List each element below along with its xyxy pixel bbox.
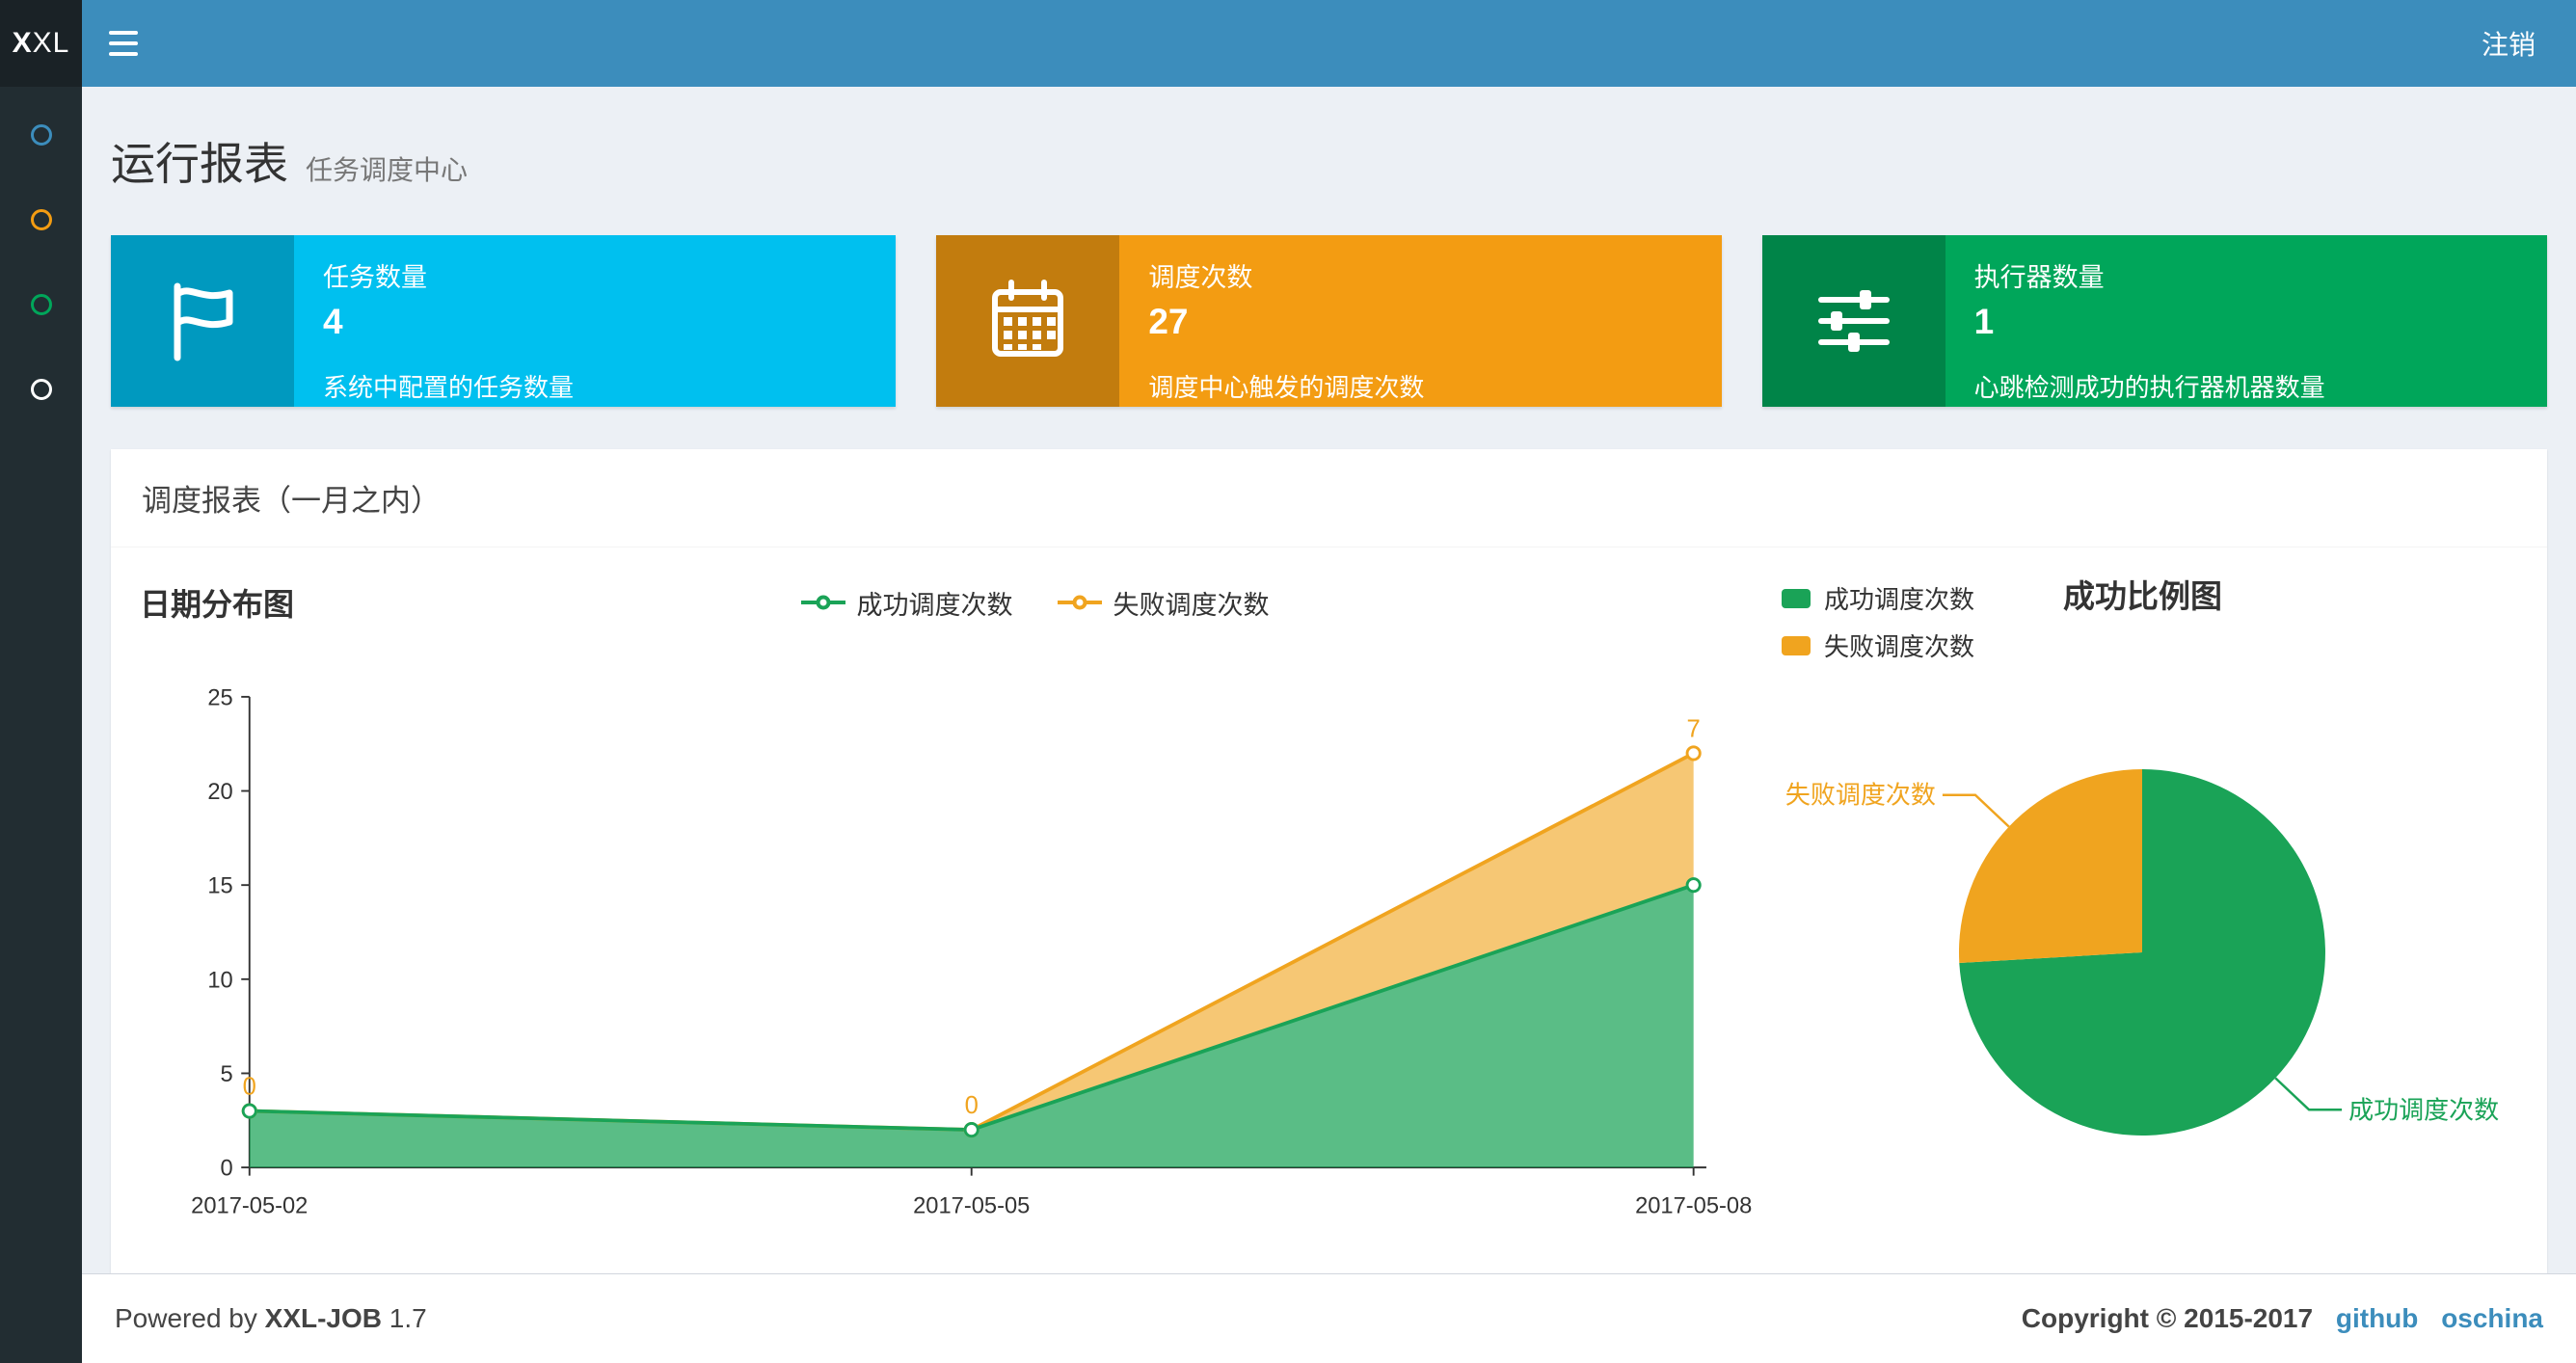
page-subtitle: 任务调度中心	[306, 155, 469, 185]
y-tick-label: 0	[221, 1157, 233, 1182]
pie-legend: 成功调度次数 失败调度次数	[1782, 580, 1974, 663]
github-link[interactable]: github	[2336, 1303, 2419, 1333]
oschina-link[interactable]: oschina	[2441, 1303, 2543, 1333]
hamburger-icon	[109, 31, 138, 35]
legend-label: 成功调度次数	[1824, 585, 1975, 614]
y-tick-label: 20	[207, 780, 232, 805]
date-distribution-section: 日期分布图 成功调度次数 失败调度次数 0 5 10 15 20 25 2017-05-02…	[140, 580, 1776, 1245]
x-tick-label: 2017-05-02	[191, 1194, 308, 1219]
flag-icon	[111, 235, 294, 407]
info-box-number: 1	[1973, 302, 1995, 341]
sidebar-item-3[interactable]	[0, 262, 82, 347]
circle-icon	[30, 379, 52, 400]
pie-callout-label: 成功调度次数	[2348, 1095, 2499, 1124]
y-tick-label: 15	[207, 874, 232, 899]
fail-point-label: 0	[965, 1092, 979, 1119]
y-tick-label: 5	[221, 1062, 233, 1087]
info-box-description: 调度中心触发的调度次数	[1148, 373, 1425, 402]
circle-icon	[30, 294, 52, 315]
sidebar-item-2[interactable]	[0, 177, 82, 262]
copyright-area: Copyright © 2015-2017 github oschina	[2022, 1303, 2543, 1334]
circle-icon	[30, 124, 52, 146]
line-legend-item[interactable]: 成功调度次数	[800, 584, 1013, 622]
navbar-main: 注销	[82, 0, 2576, 87]
content-header: 运行报表 任务调度中心	[111, 114, 2547, 193]
success-marker	[963, 1122, 979, 1138]
info-box-number: 4	[323, 302, 343, 341]
info-box-executors: 执行器数量 1 心跳检测成功的执行器机器数量	[1761, 235, 2547, 407]
info-boxes: 任务数量 4 系统中配置的任务数量 调度次数 27 调度中心触发的调度次数 执行…	[111, 235, 2547, 407]
sidebar-item-4[interactable]	[0, 347, 82, 432]
legend-label: 失败调度次数	[1824, 632, 1975, 661]
fail-point-label: 0	[243, 1073, 256, 1100]
footer: Powered by XXL-JOB 1.7 Copyright © 2015-…	[82, 1273, 2576, 1363]
y-tick-label: 25	[207, 685, 232, 710]
info-box-description: 系统中配置的任务数量	[323, 373, 575, 402]
navbar: X XL 注销	[0, 0, 2576, 87]
legend-label: 成功调度次数	[856, 590, 1013, 620]
sidebar-toggle-button[interactable]	[82, 0, 165, 87]
pie-slice	[1958, 769, 2142, 963]
info-box-title: 任务数量	[323, 263, 427, 292]
report-panel: 调度报表（一月之内） 日期分布图 成功调度次数 失败调度次数 0 5 10 15…	[111, 449, 2547, 1284]
calendar-icon	[936, 235, 1120, 407]
success-ratio-section: 成功调度次数 失败调度次数 成功比例图 成功调度次数 失败调度次数	[1776, 580, 2518, 1245]
line-chart-title: 日期分布图	[140, 587, 295, 622]
x-tick-label: 2017-05-08	[1635, 1194, 1752, 1219]
legend-label: 失败调度次数	[1113, 590, 1270, 620]
main-content: 运行报表 任务调度中心 任务数量 4 系统中配置的任务数量 调度次数 27 调度…	[82, 87, 2576, 1284]
sidebar-item-1[interactable]	[0, 93, 82, 177]
logo-text-bold: X	[12, 27, 33, 59]
legend-line-icon	[800, 595, 845, 610]
success-marker	[241, 1103, 257, 1119]
fail-marker	[1685, 745, 1702, 762]
powered-by: Powered by XXL-JOB 1.7	[115, 1303, 427, 1333]
y-tick-label: 10	[207, 968, 232, 993]
logo[interactable]: X XL	[0, 0, 82, 87]
line-chart-legend: 成功调度次数 失败调度次数	[294, 584, 1776, 622]
logo-text-light: XL	[32, 27, 70, 59]
legend-line-icon	[1057, 595, 1102, 610]
x-tick-label: 2017-05-05	[913, 1194, 1030, 1219]
pie-callout-label: 失败调度次数	[1785, 781, 1936, 810]
success-marker	[1685, 877, 1702, 894]
product-name: XXL-JOB	[264, 1303, 383, 1333]
pie-callout-line	[2274, 1077, 2343, 1111]
legend-swatch-icon	[1782, 588, 1811, 608]
sliders-icon	[1761, 235, 1945, 407]
info-box-jobs: 任务数量 4 系统中配置的任务数量	[111, 235, 897, 407]
sidebar	[0, 87, 82, 1363]
pie-chart-title: 成功比例图	[2063, 578, 2223, 614]
info-box-description: 心跳检测成功的执行器机器数量	[1973, 373, 2325, 402]
logout-link[interactable]: 注销	[2482, 24, 2536, 63]
line-legend-item[interactable]: 失败调度次数	[1057, 584, 1270, 622]
page-title: 运行报表	[111, 139, 288, 189]
legend-swatch-icon	[1782, 635, 1811, 655]
pie-legend-item[interactable]: 成功调度次数	[1782, 580, 1974, 616]
info-box-triggers: 调度次数 27 调度中心触发的调度次数	[936, 235, 1722, 407]
info-box-number: 27	[1148, 302, 1189, 341]
date-distribution-chart: 05101520252017-05-02 2017-05-05 2017-05-08…	[191, 685, 1752, 1219]
pie-callout-line	[1942, 793, 2010, 828]
info-box-title: 执行器数量	[1973, 263, 2105, 292]
pie-legend-item[interactable]: 失败调度次数	[1782, 628, 1974, 663]
circle-icon	[30, 209, 52, 230]
success-ratio-pie: 成功调度次数 失败调度次数	[1785, 769, 2499, 1136]
product-version: 1.7	[389, 1303, 427, 1333]
panel-title: 调度报表（一月之内）	[111, 449, 2547, 548]
copyright-text: Copyright © 2015-2017	[2021, 1303, 2314, 1333]
info-box-title: 调度次数	[1148, 263, 1253, 292]
fail-point-label: 7	[1687, 715, 1701, 742]
